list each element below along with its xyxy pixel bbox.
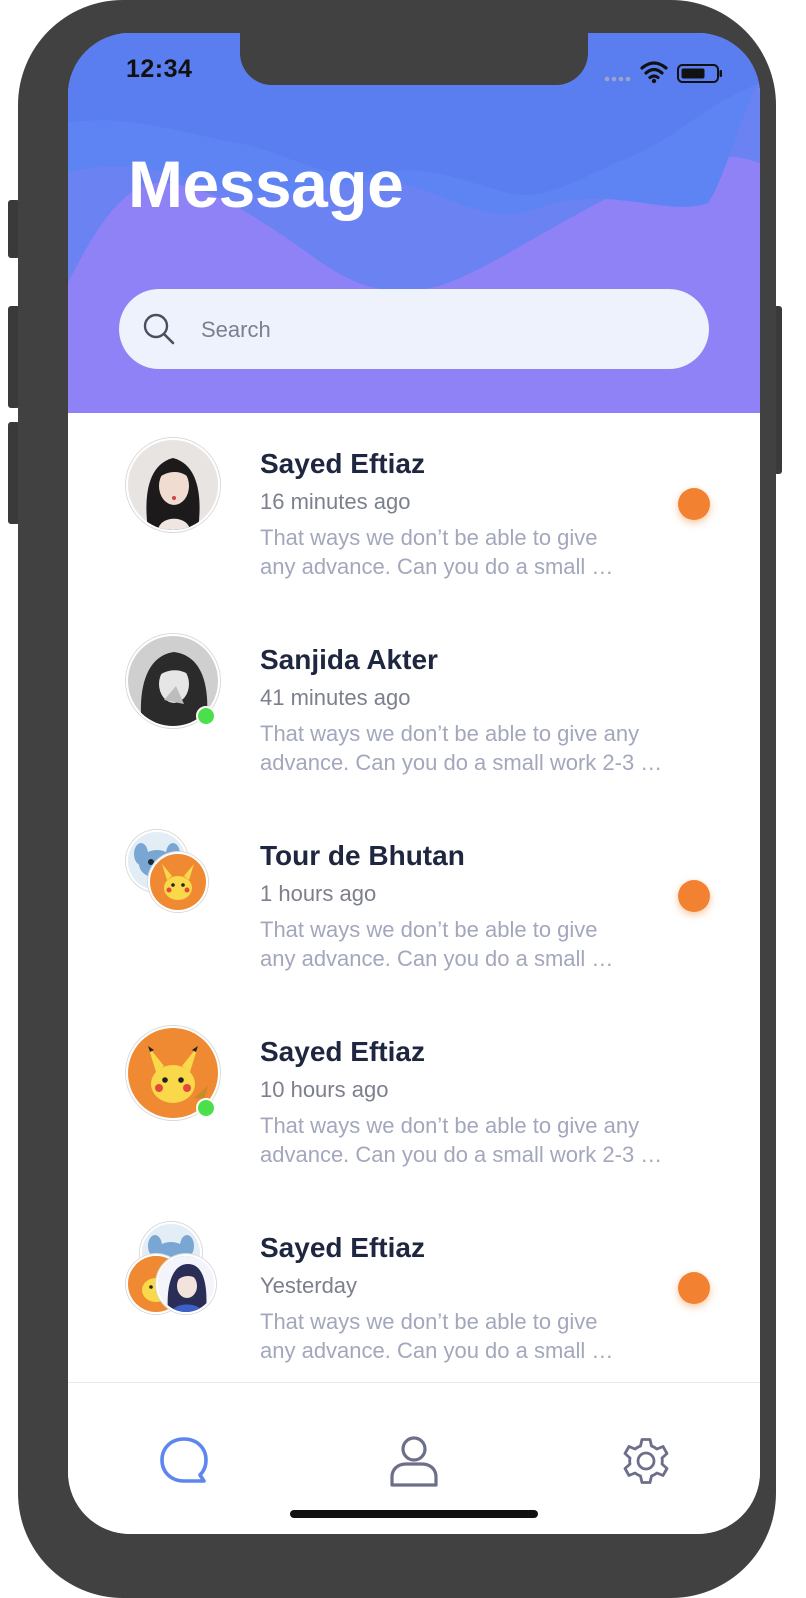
contact-name: Tour de Bhutan <box>260 840 465 871</box>
user-icon <box>390 1436 438 1487</box>
message-time: 16 minutes ago <box>260 489 411 514</box>
online-status-dot <box>196 706 216 726</box>
wifi-dot <box>651 78 657 84</box>
unread-indicator <box>678 488 710 520</box>
avatar-photo <box>126 438 220 532</box>
message-preview-line: advance. Can you do a small work 2-3 … <box>260 1142 663 1167</box>
message-time: Yesterday <box>260 1273 358 1298</box>
message-preview: That ways we don’t be able to give any a… <box>260 1111 720 1169</box>
wifi-icon <box>640 61 668 80</box>
avatar-photo <box>148 852 208 912</box>
message-preview-line: That ways we don’t be able to give <box>260 1309 598 1334</box>
message-preview-line: advance. Can you do a small work 2-3 … <box>260 750 663 775</box>
message-time: 1 hours ago <box>260 881 377 906</box>
page-title: Message <box>128 147 404 221</box>
avatar <box>126 438 220 532</box>
status-time: 12:34 <box>126 55 193 83</box>
unread-indicator <box>678 1272 710 1304</box>
message-time: 41 minutes ago <box>260 685 411 710</box>
group-avatar <box>126 1222 220 1316</box>
contact-name: Sanjida Akter <box>260 644 438 675</box>
online-status-dot <box>196 1098 216 1118</box>
unread-indicator <box>678 880 710 912</box>
tab-profile[interactable] <box>384 1431 444 1491</box>
message-preview: That ways we don’t be able to give any a… <box>260 915 655 973</box>
message-preview: That ways we don’t be able to give any a… <box>260 719 720 777</box>
header: 12:34 Message Search <box>68 33 760 413</box>
notch <box>240 33 588 85</box>
home-indicator <box>290 1510 538 1518</box>
screen: 12:34 Message Search Sayed Eftiaz 16 min… <box>68 33 760 1534</box>
signal-icon <box>604 76 631 82</box>
tab-settings[interactable] <box>616 1431 676 1491</box>
conversation-item[interactable]: Sayed Eftiaz 10 hours ago That ways we d… <box>68 1001 760 1197</box>
chat-bubble-icon <box>160 1437 208 1483</box>
conversation-item[interactable]: Sayed Eftiaz 16 minutes ago That ways we… <box>68 413 760 609</box>
message-time: 10 hours ago <box>260 1077 389 1102</box>
avatar <box>126 634 220 728</box>
message-preview-line: any advance. Can you do a small … <box>260 1338 614 1363</box>
conversation-item[interactable]: Sanjida Akter 41 minutes ago That ways w… <box>68 609 760 805</box>
message-preview: That ways we don’t be able to give any a… <box>260 1307 655 1365</box>
contact-name: Sayed Eftiaz <box>260 1036 425 1067</box>
message-preview: That ways we don’t be able to give any a… <box>260 523 655 581</box>
conversation-item[interactable]: Sayed Eftiaz Yesterday That ways we don’… <box>68 1197 760 1393</box>
tab-messages[interactable] <box>154 1431 214 1491</box>
search-input[interactable] <box>199 307 683 353</box>
group-avatar <box>126 830 220 924</box>
search-bar[interactable] <box>119 289 709 369</box>
conversation-item[interactable]: Tour de Bhutan 1 hours ago That ways we … <box>68 805 760 1001</box>
message-preview-line: That ways we don’t be able to give any <box>260 721 640 746</box>
message-preview-line: any advance. Can you do a small … <box>260 554 614 579</box>
search-icon <box>141 311 177 352</box>
message-preview-line: any advance. Can you do a small … <box>260 946 614 971</box>
avatar-photo <box>156 1254 216 1314</box>
avatar <box>126 1026 220 1120</box>
message-preview-line: That ways we don’t be able to give any <box>260 1113 640 1138</box>
contact-name: Sayed Eftiaz <box>260 1232 425 1263</box>
status-icons <box>602 59 726 92</box>
phone-frame: 12:34 Message Search Sayed Eftiaz 16 min… <box>18 0 776 1598</box>
contact-name: Sayed Eftiaz <box>260 448 425 479</box>
message-preview-line: That ways we don’t be able to give <box>260 917 598 942</box>
battery-icon <box>677 64 722 83</box>
gear-icon <box>623 1438 669 1484</box>
message-preview-line: That ways we don’t be able to give <box>260 525 598 550</box>
